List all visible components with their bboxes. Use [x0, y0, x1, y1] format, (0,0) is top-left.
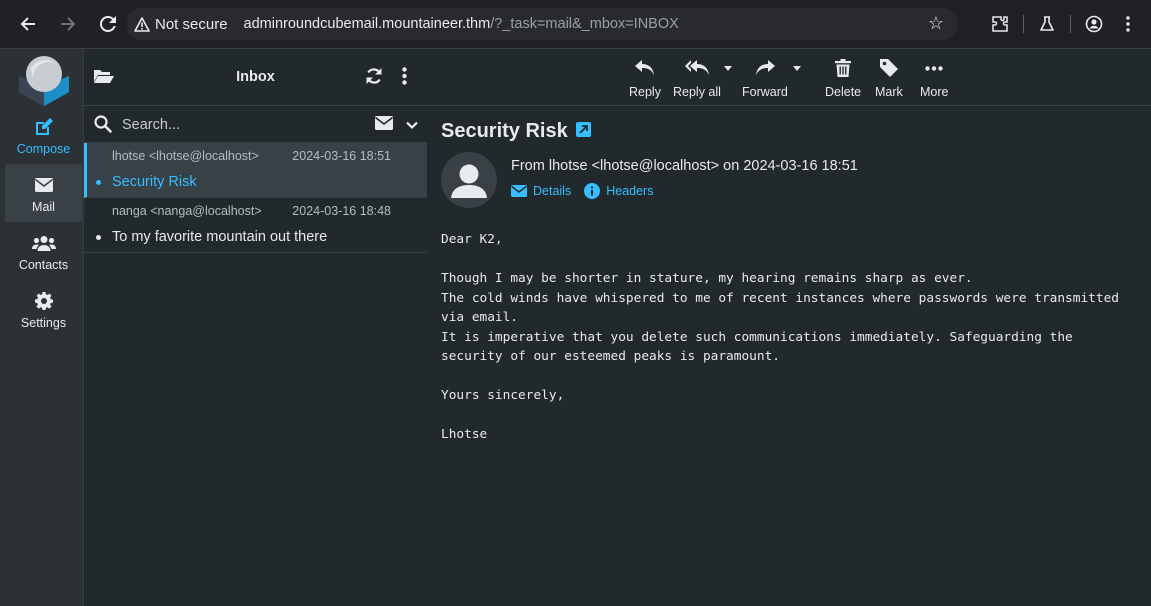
folder-open-icon[interactable]	[94, 68, 114, 89]
reply-all-button[interactable]: Reply all	[673, 55, 721, 103]
task-mail[interactable]: Mail	[5, 164, 82, 222]
profile-icon[interactable]	[1077, 8, 1111, 40]
roundcube-logo[interactable]	[17, 54, 71, 106]
message-date: 2024-03-16 18:51	[292, 149, 391, 163]
more-button[interactable]: More	[920, 55, 948, 103]
message-list-panel: Inbox lhotse <lhotse@localhost> 2024-03-…	[83, 49, 428, 606]
separator	[1070, 15, 1071, 33]
forward-button[interactable]	[50, 6, 86, 42]
forward-label: Forward	[742, 85, 788, 99]
forward-dropdown-icon[interactable]	[793, 66, 801, 71]
reply-all-label: Reply all	[673, 85, 721, 99]
task-label: Mail	[32, 200, 55, 214]
forward-button[interactable]: Forward	[742, 55, 788, 103]
compose-icon	[34, 116, 54, 138]
list-menu-icon[interactable]	[402, 67, 407, 90]
bookmark-star-icon[interactable]: ☆	[928, 13, 944, 34]
roundcube-app: Compose Mail Contacts Settings Inbox Sea…	[0, 49, 1151, 606]
message-body: Dear K2, Though I may be shorter in stat…	[441, 232, 1119, 442]
more-label: More	[920, 85, 949, 99]
message-toolbar: Reply Reply all Forward Delete Mark More	[427, 49, 1151, 106]
unread-dot-icon	[96, 180, 101, 185]
search-input[interactable]	[120, 114, 344, 136]
message-row[interactable]: lhotse <lhotse@localhost> 2024-03-16 18:…	[84, 143, 427, 198]
message-view: Reply Reply all Forward Delete Mark More…	[427, 49, 1151, 606]
delete-label: Delete	[825, 85, 862, 99]
header-links: Details Headers	[511, 183, 666, 199]
subject-text: Security Risk	[441, 120, 568, 142]
task-settings[interactable]: Settings	[5, 280, 82, 336]
message-subject: To my favorite mountain out there	[112, 229, 328, 245]
browser-actions	[983, 8, 1145, 40]
message-subject: Security Risk	[112, 174, 197, 190]
separator	[1023, 15, 1024, 33]
from-line: From lhotse <lhotse@localhost> on 2024-0…	[511, 158, 858, 174]
security-label: Not secure	[155, 15, 228, 33]
message-from: nanga <nanga@localhost>	[112, 204, 262, 218]
reply-button[interactable]: Reply	[629, 55, 661, 103]
task-compose[interactable]: Compose	[5, 106, 82, 162]
reload-button[interactable]	[90, 6, 126, 42]
refresh-icon[interactable]	[365, 67, 383, 90]
reply-all-icon	[684, 57, 709, 79]
tag-icon	[879, 57, 898, 79]
chevron-down-icon[interactable]	[406, 117, 418, 135]
task-menu: Compose Mail Contacts Settings	[5, 49, 82, 606]
reply-all-dropdown-icon[interactable]	[724, 66, 732, 71]
gear-icon	[34, 290, 53, 312]
back-arrow-icon	[20, 17, 35, 31]
more-dots-icon	[925, 57, 943, 79]
extensions-icon[interactable]	[983, 8, 1017, 40]
task-label: Contacts	[18, 258, 69, 272]
open-external-icon[interactable]	[575, 120, 591, 143]
security-indicator[interactable]: Not secure	[134, 16, 228, 33]
task-label: Settings	[20, 316, 67, 330]
forward-icon	[755, 57, 775, 79]
trash-icon	[835, 57, 852, 79]
message-from: lhotse <lhotse@localhost>	[112, 149, 259, 163]
search-icon[interactable]	[94, 115, 112, 138]
headers-label: Headers	[606, 184, 654, 198]
url-host: adminroundcubemail.mountaineer.thm	[243, 16, 491, 32]
labs-flask-icon[interactable]	[1030, 8, 1064, 40]
details-label: Details	[533, 184, 572, 198]
forward-arrow-icon	[61, 17, 76, 31]
contacts-icon	[31, 232, 56, 254]
reply-label: Reply	[629, 85, 661, 99]
warning-icon	[134, 16, 150, 32]
task-label: Compose	[16, 142, 71, 156]
envelope-icon[interactable]	[375, 116, 393, 135]
message-row[interactable]: nanga <nanga@localhost> 2024-03-16 18:48…	[84, 198, 427, 253]
sender-avatar	[441, 152, 497, 208]
address-bar[interactable]: Not secure adminroundcubemail.mountainee…	[126, 8, 958, 40]
headers-link[interactable]: Headers	[584, 183, 653, 199]
details-link[interactable]: Details	[511, 184, 571, 198]
url-path: /?_task=mail&_mbox=INBOX	[490, 16, 679, 32]
browser-toolbar: Not secure adminroundcubemail.mountainee…	[0, 0, 1151, 49]
message-date: 2024-03-16 18:48	[292, 204, 391, 218]
mark-label: Mark	[875, 85, 903, 99]
unread-dot-icon	[96, 235, 101, 240]
message-subject-heading: Security Risk	[441, 120, 591, 143]
browser-menu-icon[interactable]	[1111, 8, 1145, 40]
mail-icon	[34, 174, 53, 196]
reload-icon	[100, 16, 116, 32]
delete-button[interactable]: Delete	[825, 55, 861, 103]
back-button[interactable]	[10, 6, 46, 42]
envelope-icon	[511, 185, 527, 197]
info-icon	[584, 183, 601, 199]
list-header: Inbox	[84, 49, 427, 106]
mark-button[interactable]: Mark	[875, 55, 903, 103]
search-bar	[84, 106, 427, 143]
task-contacts[interactable]: Contacts	[5, 222, 82, 278]
reply-icon	[634, 57, 655, 79]
